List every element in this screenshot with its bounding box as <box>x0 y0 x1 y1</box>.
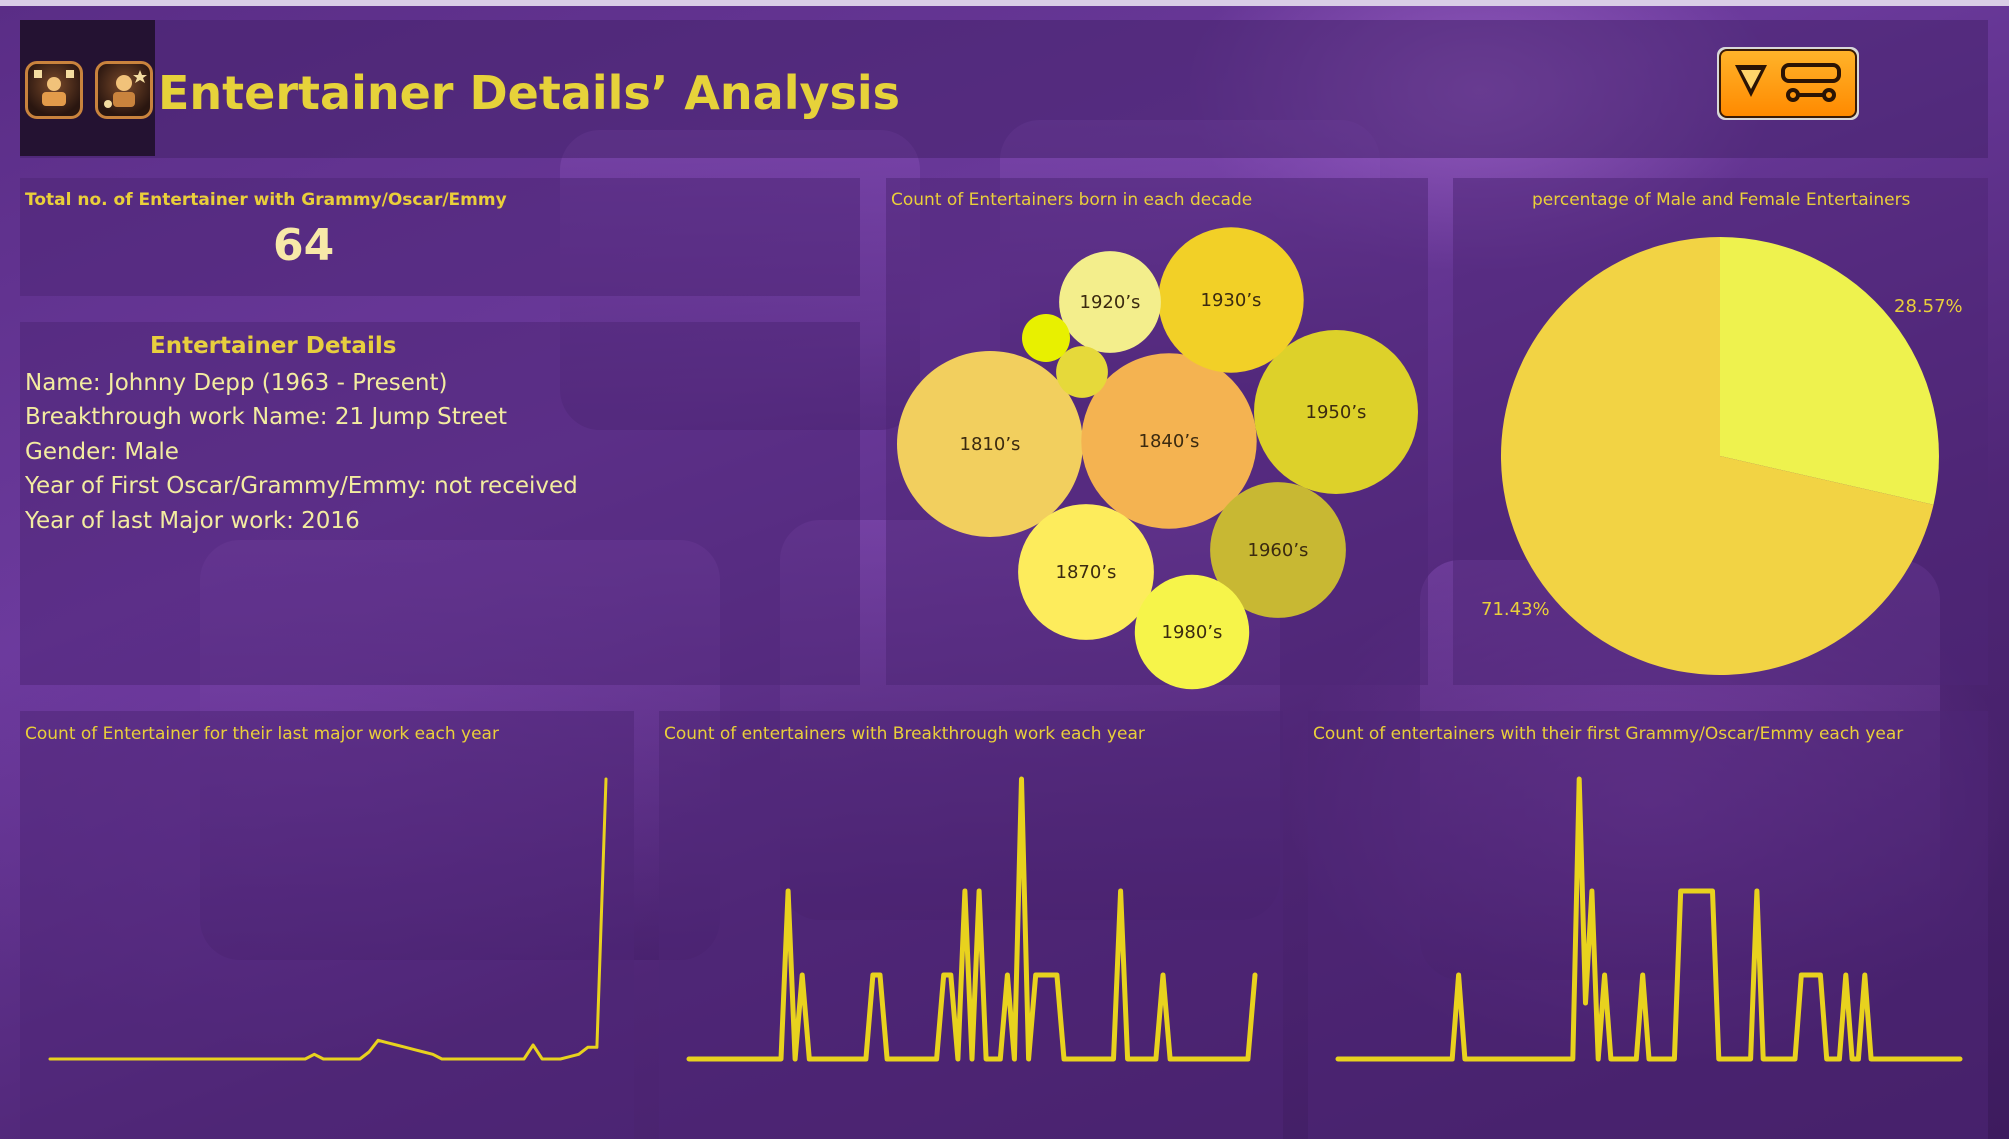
award-logo-icon <box>95 61 153 119</box>
brand-logo-icon <box>1719 49 1857 118</box>
detail-breakthrough: Breakthrough work Name: 21 Jump Street <box>25 404 508 430</box>
last-work-line-chart <box>48 777 608 1061</box>
first-award-line-chart <box>1335 776 1963 1062</box>
bubble-label: 1980’s <box>1162 622 1223 643</box>
detail-gender: Gender: Male <box>25 439 179 465</box>
bubble-label: 1840’s <box>1139 431 1200 452</box>
entertainer-logo-icon <box>25 61 83 119</box>
bubble-label: 1960’s <box>1248 540 1309 561</box>
breakthrough-line-chart <box>686 776 1258 1062</box>
bubble-chart: 1810’s 1840’s 1950’s 1930’s 1870’s 1960’s 1980… <box>897 227 1418 690</box>
detail-first-award: Year of First Oscar/Grammy/Emmy: not rec… <box>25 473 578 499</box>
bubble-label: 1950’s <box>1306 402 1367 423</box>
bubble-label: 1870’s <box>1056 562 1117 583</box>
detail-name: Name: Johnny Depp (1963 - Present) <box>25 370 448 396</box>
pie-label-female: 28.57% <box>1894 296 1963 317</box>
detail-last-work: Year of last Major work: 2016 <box>25 508 360 534</box>
brand-logo <box>1717 47 1859 120</box>
series-line <box>686 776 1258 1062</box>
bubble-label: 1920’s <box>1080 292 1141 313</box>
series-line <box>48 777 608 1061</box>
pie-label-male: 71.43% <box>1481 599 1550 620</box>
kpi-value: 64 <box>273 220 335 271</box>
details-heading: Entertainer Details <box>150 333 397 359</box>
top-border <box>0 0 2009 6</box>
bubble-label: 1930’s <box>1201 290 1262 311</box>
bubble-label: 1810’s <box>960 434 1021 455</box>
bubble-unlabeled-9 <box>1022 314 1070 362</box>
series-line <box>1335 776 1963 1062</box>
page-title: Entertainer Details’ Analysis <box>158 66 900 120</box>
kpi-label: Total no. of Entertainer with Grammy/Osc… <box>25 190 507 210</box>
